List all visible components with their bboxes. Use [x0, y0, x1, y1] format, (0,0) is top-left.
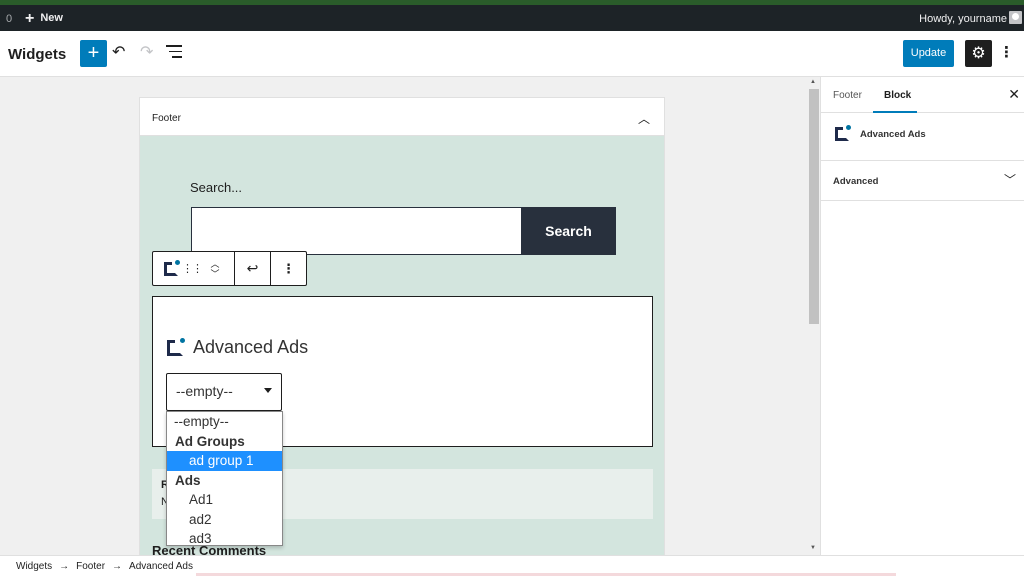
dropdown-group-label: Ad Groups	[175, 433, 245, 449]
chevron-up-icon[interactable]: ︿	[638, 110, 650, 127]
ad-select-value: --empty--	[176, 383, 233, 399]
canvas-scrollbar-thumb[interactable]	[809, 89, 819, 324]
advanced-ads-logo-icon	[835, 125, 851, 141]
transform-icon[interactable]: ↩	[235, 252, 270, 285]
breadcrumb-item[interactable]: Advanced Ads	[129, 561, 193, 576]
dropdown-option[interactable]: Ad1	[167, 490, 282, 510]
update-button[interactable]: Update	[903, 40, 954, 67]
list-view-icon[interactable]	[166, 45, 182, 62]
chevron-down-icon: ﹀	[1003, 173, 1016, 187]
avatar[interactable]	[1009, 11, 1022, 24]
editor-header: Widgets + ↶ ↷ Update ⚙ ⋮	[0, 31, 1024, 77]
dropdown-option[interactable]: --empty--	[167, 412, 282, 432]
new-label: New	[40, 12, 63, 24]
breadcrumb-separator: →	[59, 561, 70, 572]
advanced-panel-toggle[interactable]: Advanced ﹀	[821, 161, 1024, 201]
search-label: Search...	[190, 180, 243, 195]
dropdown-group-label: Ads	[175, 472, 201, 488]
ad-select-dropdown: --empty-- Ad Groups ad group 1 Ads Ad1 a…	[166, 411, 283, 546]
caret-down-icon	[264, 388, 272, 393]
search-button[interactable]: Search	[521, 207, 616, 255]
dropdown-option-selected[interactable]: ad group 1	[167, 451, 282, 471]
updates-count[interactable]: 0	[6, 13, 12, 25]
sidebar-tabs: Footer Block ✕	[821, 77, 1024, 113]
howdy-user[interactable]: Howdy, yourname	[919, 13, 1007, 25]
dropdown-option[interactable]: ad2	[167, 510, 282, 530]
drag-handle-icon[interactable]: ⋮⋮	[182, 252, 203, 285]
close-icon[interactable]: ✕	[1008, 86, 1020, 103]
ads-block-title-text: Advanced Ads	[193, 337, 309, 357]
redo-icon[interactable]: ↷	[140, 43, 153, 63]
tab-footer[interactable]: Footer	[833, 90, 862, 101]
block-toolbar: ⋮⋮ ︿ ﹀ ↩ ⋮	[152, 251, 307, 286]
block-card: Advanced Ads	[821, 113, 1024, 161]
settings-gear-icon[interactable]: ⚙	[965, 40, 992, 67]
advanced-panel-label: Advanced	[833, 176, 879, 187]
breadcrumb-separator: →	[112, 561, 123, 572]
undo-icon[interactable]: ↶	[112, 43, 125, 63]
settings-sidebar: Footer Block ✕ Advanced Ads Advanced ﹀	[820, 77, 1024, 555]
ads-block-title: Advanced Ads	[167, 337, 308, 358]
block-inserter-button[interactable]: +	[80, 40, 107, 67]
block-mover[interactable]: ︿ ﹀	[205, 252, 225, 285]
move-up-icon[interactable]: ︿	[210, 259, 219, 269]
widget-area-title: Footer	[152, 113, 181, 124]
plus-icon: +	[25, 9, 35, 27]
widget-area-header[interactable]: Footer ︿	[140, 98, 664, 136]
dropdown-option[interactable]: ad3	[167, 529, 282, 549]
search-input[interactable]	[191, 207, 523, 255]
scroll-down-arrow-icon[interactable]: ▼	[810, 545, 816, 551]
breadcrumb-item[interactable]: Widgets	[16, 561, 52, 576]
tab-block[interactable]: Block	[884, 90, 911, 101]
more-options-icon[interactable]: ⋮	[999, 43, 1014, 63]
admin-bar: 0 + New Howdy, yourname	[0, 5, 1024, 31]
breadcrumb-item[interactable]: Footer	[76, 561, 105, 576]
block-options-icon[interactable]: ⋮	[271, 252, 306, 285]
move-down-icon[interactable]: ﹀	[210, 269, 219, 279]
page-title: Widgets	[8, 46, 67, 63]
scroll-up-arrow-icon[interactable]: ▲	[810, 79, 816, 85]
block-type-switcher[interactable]	[161, 252, 181, 285]
new-content-link[interactable]: + New	[25, 9, 63, 27]
editor-canvas: Footer ︿ Search... Search ⋮⋮ ︿ ﹀ ↩ ⋮ Adv…	[0, 77, 808, 555]
advanced-ads-logo-icon	[164, 259, 180, 276]
block-card-title: Advanced Ads	[860, 129, 926, 140]
ad-select[interactable]: --empty--	[166, 373, 282, 411]
advanced-ads-logo-icon	[167, 337, 185, 356]
